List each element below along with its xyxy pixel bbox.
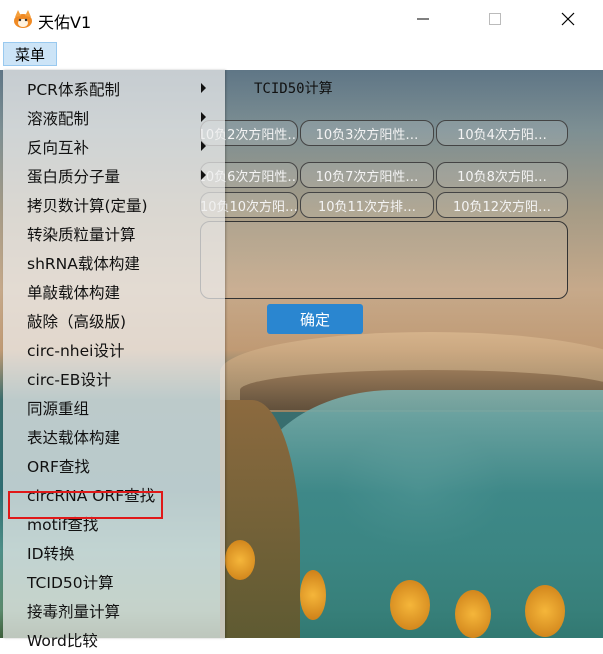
menu-item[interactable]: 单敲载体构建 xyxy=(3,277,225,306)
background-tree xyxy=(525,585,565,637)
fox-app-icon xyxy=(14,10,32,28)
menu-item-label: PCR体系配制 xyxy=(27,81,120,99)
menu-item-label: 表达载体构建 xyxy=(27,429,121,447)
dilution-field[interactable]: 10负12次方阳… xyxy=(436,192,568,218)
menu-item-label: 反向互补 xyxy=(27,139,90,157)
menu-item[interactable]: Word比较 xyxy=(3,625,225,654)
highlight-annotation xyxy=(8,491,163,519)
menu-item[interactable]: 反向互补 xyxy=(3,132,225,161)
menu-item[interactable]: circ-EB设计 xyxy=(3,364,225,393)
menu-item-label: 溶液配制 xyxy=(27,110,90,128)
dilution-field[interactable]: 10负3次方阳性… xyxy=(300,120,434,146)
menu-item[interactable]: 敲除（高级版) xyxy=(3,306,225,335)
submenu-arrow-icon xyxy=(201,170,206,180)
menu-item[interactable]: 拷贝数计算(定量) xyxy=(3,190,225,219)
menu-item-label: 接毒剂量计算 xyxy=(27,603,121,621)
result-textarea[interactable] xyxy=(200,221,568,299)
minimize-icon xyxy=(417,18,429,20)
confirm-button[interactable]: 确定 xyxy=(267,304,363,334)
menu-item-label: circ-nhei设计 xyxy=(27,342,125,360)
minimize-button[interactable] xyxy=(400,0,446,38)
menu-item-label: 同源重组 xyxy=(27,400,90,418)
menu-item[interactable]: 转染质粒量计算 xyxy=(3,219,225,248)
close-icon xyxy=(561,12,575,26)
menu-item-label: 转染质粒量计算 xyxy=(27,226,136,244)
menu-item-label: 拷贝数计算(定量) xyxy=(27,197,148,215)
background-tree xyxy=(225,540,255,580)
submenu-arrow-icon xyxy=(201,83,206,93)
menu-item[interactable]: 表达载体构建 xyxy=(3,422,225,451)
dropdown-menu: PCR体系配制 溶液配制反向互补蛋白质分子量拷贝数计算(定量) 转染质粒量计算 shR… xyxy=(3,70,225,650)
background-tree xyxy=(455,590,491,638)
dilution-field[interactable]: 10负8次方阳… xyxy=(436,162,568,188)
menu-item[interactable]: ORF查找 xyxy=(3,451,225,480)
menu-item[interactable]: ID转换 xyxy=(3,538,225,567)
menu-item-label: 蛋白质分子量 xyxy=(27,168,121,186)
background-tree xyxy=(300,570,326,620)
panel-title: TCID50计算 xyxy=(254,81,333,97)
maximize-icon xyxy=(489,13,501,25)
menu-item-label: 敲除（高级版) xyxy=(27,313,127,331)
menu-item-label: shRNA载体构建 xyxy=(27,255,140,273)
menu-item-label: 单敲载体构建 xyxy=(27,284,121,302)
menu-item[interactable]: 溶液配制 xyxy=(3,103,225,132)
dilution-field[interactable]: 10负7次方阳性… xyxy=(300,162,434,188)
menu-item-label: TCID50计算 xyxy=(27,574,114,592)
menu-item-label: ID转换 xyxy=(27,545,75,563)
menu-main[interactable]: 菜单 xyxy=(3,42,57,66)
menu-item[interactable]: TCID50计算 xyxy=(3,567,225,596)
menu-item-label: circ-EB设计 xyxy=(27,371,112,389)
title-bar: 天佑V1 xyxy=(0,0,603,38)
close-button[interactable] xyxy=(545,0,591,38)
dilution-field[interactable]: 10负4次方阳… xyxy=(436,120,568,146)
submenu-arrow-icon xyxy=(201,112,206,122)
menu-item[interactable]: shRNA载体构建 xyxy=(3,248,225,277)
menu-item-label: ORF查找 xyxy=(27,458,90,476)
menu-item[interactable]: circ-nhei设计 xyxy=(3,335,225,364)
menu-item[interactable]: 接毒剂量计算 xyxy=(3,596,225,625)
menu-item-label: Word比较 xyxy=(27,632,98,650)
dilution-field[interactable]: 10负11次方排… xyxy=(300,192,434,218)
menu-bar: 菜单 xyxy=(0,38,603,70)
menu-item[interactable]: 蛋白质分子量 xyxy=(3,161,225,190)
maximize-button[interactable] xyxy=(472,0,518,38)
menu-item[interactable]: PCR体系配制 xyxy=(3,74,225,103)
submenu-arrow-icon xyxy=(201,141,206,151)
background-tree xyxy=(390,580,430,630)
window-title: 天佑V1 xyxy=(38,13,92,32)
menu-item[interactable]: 同源重组 xyxy=(3,393,225,422)
